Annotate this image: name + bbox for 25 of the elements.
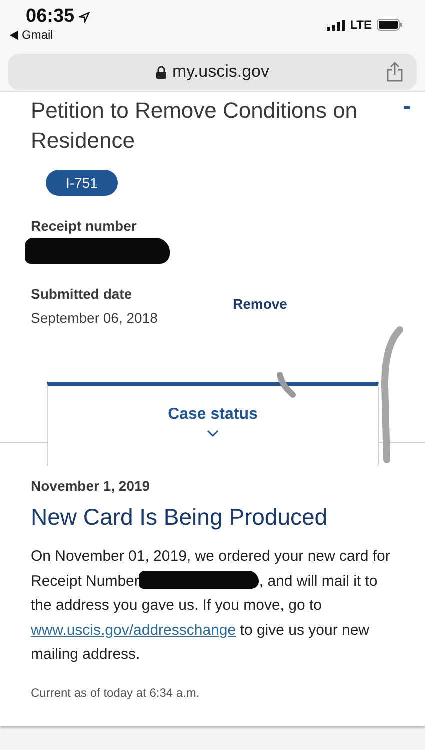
address-bar[interactable]: my.uscis.gov: [8, 54, 417, 90]
network-label: LTE: [350, 18, 372, 32]
status-message: On November 01, 2019, we ordered your new card for Receipt Number , and will mail it to the address you gave us. If you move, go to www.uscis.gov/addresschange to give us your new mailing address.: [31, 547, 392, 665]
field-value: September 06, 2018: [31, 310, 159, 326]
back-app-label[interactable]: Gmail: [22, 28, 54, 42]
chevron-down-icon: [207, 430, 219, 437]
field-label: Receipt number: [31, 218, 138, 234]
status-heading: New Card Is Being Produced: [31, 504, 329, 531]
signal-icon: [327, 20, 346, 30]
battery-icon: [377, 19, 403, 31]
url-text: my.uscis.gov: [172, 62, 270, 82]
updated-time: Current as of today at 6:34 a.m.: [31, 686, 201, 700]
collapse-button[interactable]: -: [401, 96, 413, 118]
share-icon[interactable]: [387, 62, 403, 82]
status-date: November 1, 2019: [31, 478, 152, 494]
case-status-tab[interactable]: Case status: [47, 382, 379, 466]
address-change-link[interactable]: www.uscis.gov/addresschange: [31, 622, 236, 638]
clock-time: 06:35: [26, 6, 75, 28]
field-label: Submitted date: [31, 286, 134, 302]
remove-link[interactable]: Remove: [233, 296, 288, 312]
lock-icon: [156, 66, 166, 78]
back-triangle-icon[interactable]: [10, 30, 18, 40]
form-badge: I-751: [46, 170, 118, 196]
case-title: Petition to Remove Conditions on Residence: [31, 97, 359, 155]
location-arrow-icon: [78, 12, 90, 22]
